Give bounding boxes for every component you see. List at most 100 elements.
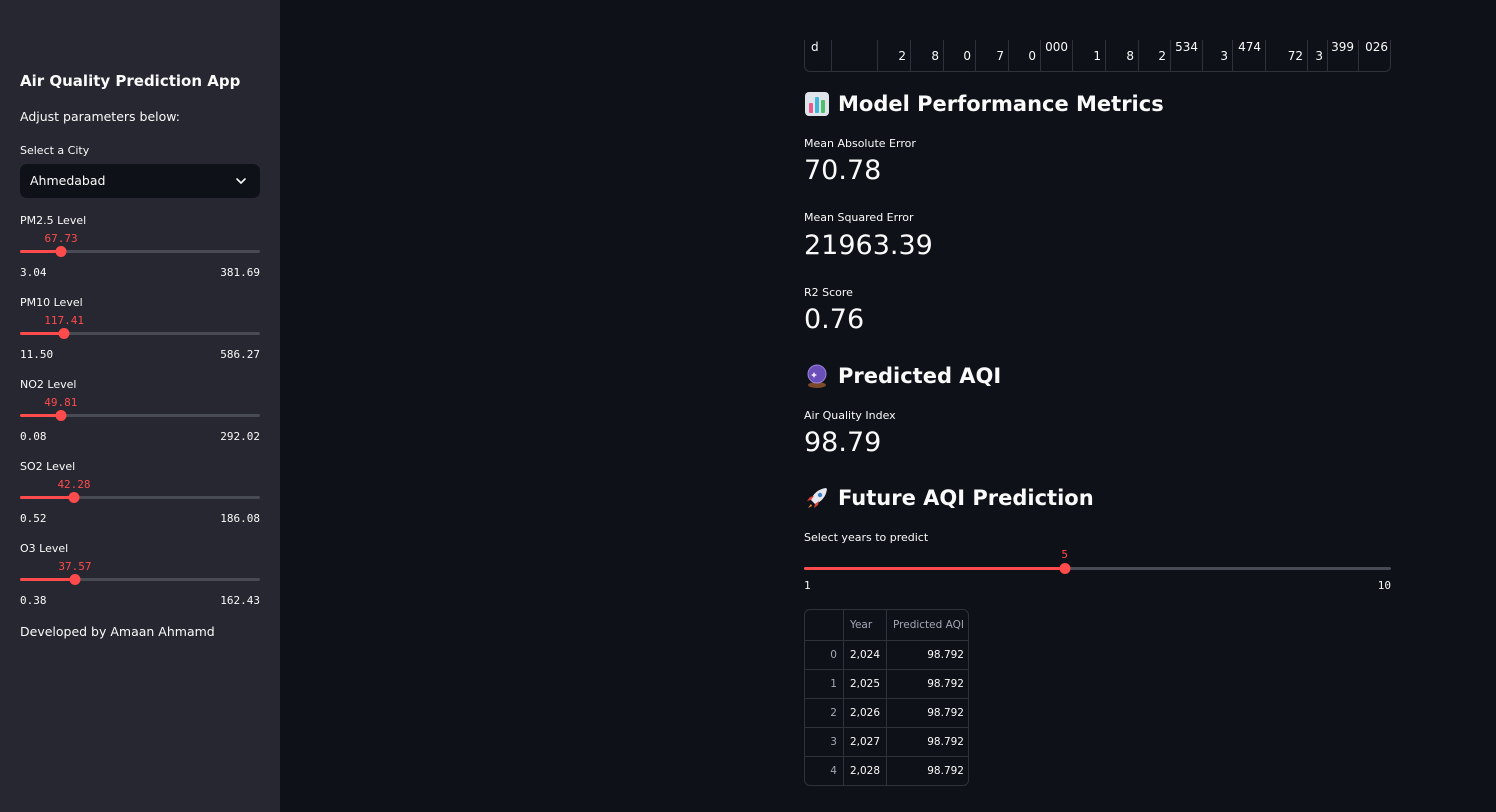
rocket-icon [807, 488, 827, 508]
slider-thumb[interactable] [68, 492, 80, 503]
city-select-value: Ahmedabad [30, 173, 106, 188]
table-cell: 2 [878, 40, 911, 71]
pm10-slider[interactable]: 117.41 11.50 586.27 [20, 314, 260, 374]
pm10-label: PM10 Level [20, 296, 83, 309]
years-slider-label: Select years to predict [804, 531, 929, 544]
aqi-label: Air Quality Index [804, 409, 896, 422]
year-cell: 2,026 [843, 698, 888, 728]
row-index: 0 [805, 640, 844, 670]
metrics-heading: Model Performance Metrics [804, 91, 1164, 117]
future-aqi-table[interactable]: Year Predicted AQI 0 2,024 98.792 1 2,02… [804, 609, 969, 786]
no2-label: NO2 Level [20, 378, 77, 391]
pm25-slider[interactable]: 67.73 3.04 381.69 [20, 232, 260, 292]
mse-value: 21963.39 [804, 230, 933, 261]
year-cell: 2,025 [843, 669, 888, 699]
pm25-min: 3.04 [20, 266, 47, 279]
table-cell: 0 [1009, 40, 1041, 71]
pm10-min: 11.50 [20, 348, 54, 361]
table-cell: 026 [1365, 40, 1388, 54]
table-row: 1 2,025 98.792 [805, 669, 968, 699]
predicted-heading: Predicted AQI [804, 363, 1001, 389]
o3-value: 37.57 [58, 560, 92, 573]
slider-track [804, 567, 1391, 570]
sidebar: Air Quality Prediction App Adjust parame… [0, 0, 280, 812]
slider-thumb[interactable] [55, 410, 67, 421]
so2-max: 186.08 [220, 512, 260, 525]
aqi-cell: 98.792 [886, 640, 968, 670]
slider-fill [20, 578, 75, 581]
mae-label: Mean Absolute Error [804, 137, 916, 150]
no2-min: 0.08 [20, 430, 47, 443]
table-row: 0 2,024 98.792 [805, 640, 968, 670]
table-cell: 399 [1328, 40, 1359, 71]
row-index: 4 [805, 756, 844, 785]
table-cell [832, 40, 878, 71]
slider-thumb[interactable] [69, 574, 81, 585]
r2-label: R2 Score [804, 286, 853, 299]
table-cell: 0 [944, 40, 976, 71]
index-column-header [805, 610, 844, 641]
years-slider-value: 5 [1061, 548, 1068, 561]
so2-value: 42.28 [57, 478, 91, 491]
table-cell: 3 [1308, 40, 1328, 71]
predicted-aqi-column-header[interactable]: Predicted AQI [886, 610, 968, 641]
dataset-table[interactable]: d 2 8 0 7 0 000 1 8 2 534 3 474 72 3 399… [804, 40, 1391, 72]
pm10-value: 117.41 [44, 314, 85, 327]
slider-thumb[interactable] [1059, 563, 1071, 574]
slider-fill [20, 496, 74, 499]
years-slider[interactable]: 5 1 10 [804, 548, 1391, 596]
app-title: Air Quality Prediction App [20, 72, 241, 90]
crystal-ball-icon [807, 364, 827, 388]
so2-label: SO2 Level [20, 460, 76, 473]
slider-thumb[interactable] [58, 328, 70, 339]
table-header-row: Year Predicted AQI [805, 610, 968, 641]
table-cell: d [805, 40, 832, 71]
pm25-label: PM2.5 Level [20, 214, 87, 227]
mse-label: Mean Squared Error [804, 211, 914, 224]
table-row: 4 2,028 98.792 [805, 756, 968, 785]
row-index: 3 [805, 727, 844, 757]
slider-thumb[interactable] [55, 246, 67, 257]
table-cell: 1 [1073, 40, 1106, 71]
table-cell: 3 [1203, 40, 1233, 71]
aqi-cell: 98.792 [886, 727, 968, 757]
o3-slider[interactable]: 37.57 0.38 162.43 [20, 560, 260, 620]
year-column-header[interactable]: Year [843, 610, 888, 641]
no2-slider[interactable]: 49.81 0.08 292.02 [20, 396, 260, 456]
o3-min: 0.38 [20, 594, 47, 607]
so2-slider[interactable]: 42.28 0.52 186.08 [20, 478, 260, 538]
bar-chart-icon [805, 92, 829, 116]
aqi-cell: 98.792 [886, 698, 968, 728]
table-row: 2 2,026 98.792 [805, 698, 968, 728]
year-cell: 2,027 [843, 727, 888, 757]
table-cell: 8 [1106, 40, 1139, 71]
so2-min: 0.52 [20, 512, 47, 525]
year-cell: 2,028 [843, 756, 888, 785]
r2-value: 0.76 [804, 304, 865, 335]
table-cell: 2 [1139, 40, 1171, 71]
city-select-label: Select a City [20, 144, 90, 157]
table-row: 3 2,027 98.792 [805, 727, 968, 757]
chevron-down-icon [236, 178, 246, 184]
table-cell: 534 [1171, 40, 1203, 71]
city-select[interactable]: Ahmedabad [20, 164, 260, 198]
predicted-heading-text: Predicted AQI [838, 364, 1002, 388]
slider-track [20, 496, 260, 499]
metrics-heading-text: Model Performance Metrics [838, 92, 1164, 116]
year-cell: 2,024 [843, 640, 888, 670]
aqi-cell: 98.792 [886, 669, 968, 699]
table-cell: 8 [911, 40, 944, 71]
pm25-max: 381.69 [220, 266, 260, 279]
mae-value: 70.78 [804, 155, 882, 186]
future-heading-text: Future AQI Prediction [838, 486, 1094, 510]
slider-track [20, 332, 260, 335]
aqi-value: 98.79 [804, 427, 882, 458]
pm10-max: 586.27 [220, 348, 260, 361]
years-slider-min: 1 [804, 579, 811, 592]
future-heading: Future AQI Prediction [804, 485, 1094, 511]
o3-label: O3 Level [20, 542, 69, 555]
slider-fill [804, 567, 1065, 570]
o3-max: 162.43 [220, 594, 260, 607]
slider-track [20, 578, 260, 581]
table-cell: 72 [1266, 40, 1308, 71]
